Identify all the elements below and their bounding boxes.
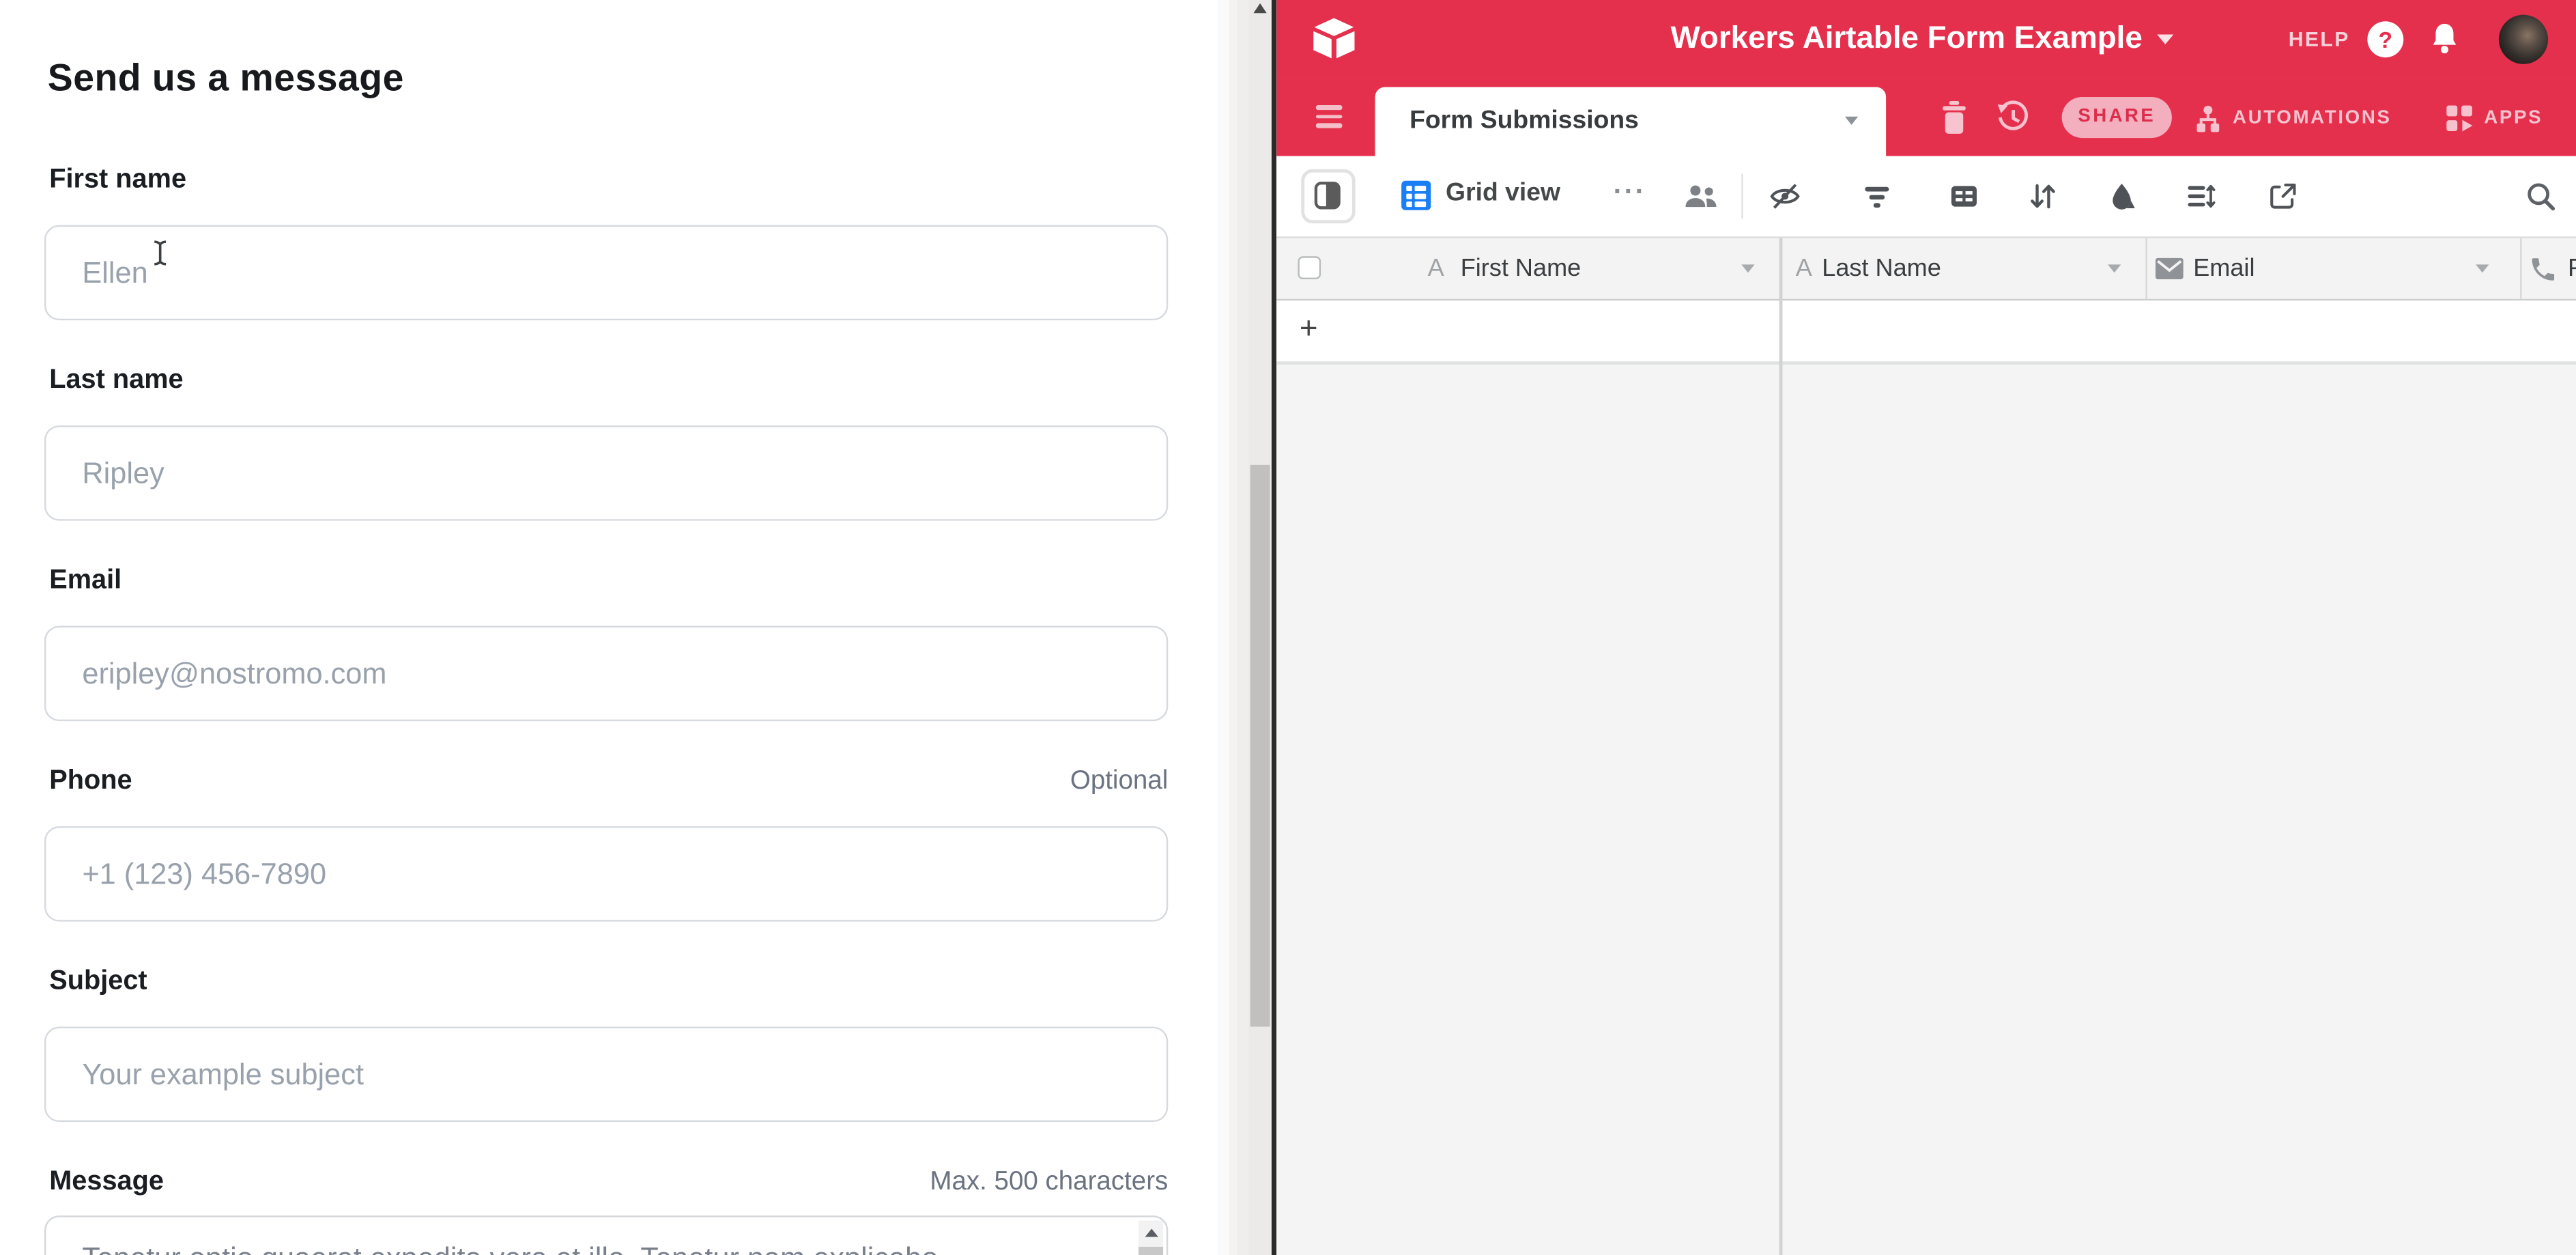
- column-header-phone[interactable]: Phone: [2568, 238, 2576, 299]
- chevron-down-icon[interactable]: [1845, 117, 1858, 125]
- filter-icon[interactable]: [1861, 181, 1893, 212]
- column-header-email[interactable]: Email: [2193, 238, 2255, 299]
- pane-gutter: [1218, 0, 1277, 1255]
- first-name-label: First name: [49, 165, 186, 196]
- subject-input[interactable]: [44, 1027, 1168, 1123]
- text-field-icon: A: [1796, 238, 1812, 299]
- add-row-plus-icon[interactable]: +: [1300, 300, 1318, 360]
- message-textarea[interactable]: [46, 1217, 1166, 1255]
- view-more-button[interactable]: ···: [1614, 175, 1646, 208]
- message-scrollbar-thumb[interactable]: [1139, 1247, 1163, 1255]
- chevron-down-icon[interactable]: [2476, 264, 2489, 272]
- help-button[interactable]: HELP: [2289, 28, 2350, 51]
- text-field-icon: A: [1428, 238, 1444, 299]
- view-sidebar-toggle-button[interactable]: [1301, 169, 1355, 223]
- email-input[interactable]: [44, 626, 1168, 722]
- airtable-pane: Workers Airtable Form Example HELP ? For…: [1276, 0, 2576, 1255]
- sidebar-toggle-icon: [1311, 179, 1344, 212]
- sort-icon[interactable]: [2027, 181, 2059, 212]
- airtable-logo-icon[interactable]: [1309, 16, 1358, 62]
- automations-button[interactable]: AUTOMATIONS: [2193, 102, 2391, 135]
- gutter-strip: [1229, 0, 1236, 1255]
- apps-button[interactable]: APPS: [2444, 102, 2543, 135]
- group-icon[interactable]: [1949, 181, 1980, 212]
- message-box: [44, 1215, 1168, 1255]
- message-scrollbar[interactable]: [1139, 1220, 1163, 1255]
- last-name-input[interactable]: [44, 425, 1168, 521]
- base-title[interactable]: Workers Airtable Form Example: [1511, 21, 2332, 57]
- phone-input[interactable]: [44, 826, 1168, 922]
- grid-view-icon[interactable]: [1401, 181, 1431, 210]
- email-label: Email: [49, 565, 121, 597]
- search-icon[interactable]: [2525, 181, 2556, 212]
- grid-header-row: A First Name A Last Name Email Phone: [1276, 238, 2576, 300]
- avatar[interactable]: [2499, 15, 2548, 64]
- scrollbar-up-arrow-icon[interactable]: [1253, 3, 1266, 13]
- add-row[interactable]: +: [1276, 300, 2576, 365]
- column-header-last-name[interactable]: Last Name: [1822, 238, 1941, 299]
- row-height-icon[interactable]: [2185, 181, 2216, 212]
- view-name[interactable]: Grid view: [1446, 179, 1560, 208]
- scroll-up-icon[interactable]: [1144, 1229, 1157, 1237]
- pane-resize-divider[interactable]: [1271, 0, 1276, 1255]
- chevron-down-icon[interactable]: [2108, 264, 2121, 272]
- column-header-first-name[interactable]: First Name: [1461, 238, 1582, 299]
- chevron-down-icon: [2158, 35, 2174, 44]
- hamburger-menu-icon[interactable]: [1316, 105, 1343, 132]
- form-heading: Send us a message: [48, 56, 404, 100]
- chevron-down-icon[interactable]: [1741, 264, 1754, 272]
- airtable-tabbar: Form Submissions SHARE: [1276, 79, 2576, 156]
- email-field-icon: [2156, 258, 2184, 279]
- automations-icon: [2193, 104, 2222, 133]
- airtable-topbar: Workers Airtable Form Example HELP ?: [1276, 0, 2576, 79]
- tab-label: Form Submissions: [1409, 107, 1639, 136]
- help-circle-icon[interactable]: ?: [2367, 21, 2403, 57]
- subject-label: Subject: [49, 966, 147, 998]
- message-max-note: Max. 500 characters: [930, 1168, 1168, 1197]
- ibeam-cursor-icon: [151, 240, 169, 266]
- color-icon[interactable]: [2106, 181, 2138, 212]
- share-view-icon[interactable]: [2267, 181, 2299, 212]
- select-all-checkbox[interactable]: [1298, 256, 1321, 279]
- automations-label: AUTOMATIONS: [2233, 109, 2392, 128]
- history-icon[interactable]: [1996, 100, 2031, 135]
- column-separator: [2520, 238, 2521, 299]
- gutter-strip: [1236, 0, 1248, 1255]
- pane-scrollbar-thumb[interactable]: [1249, 465, 1270, 1027]
- toolbar-divider: [1741, 174, 1743, 218]
- notifications-bell-icon[interactable]: [2428, 21, 2461, 56]
- frozen-column-divider[interactable]: [1779, 238, 1782, 1255]
- contact-form-pane: Send us a message First name Last name E…: [0, 0, 1218, 1255]
- hide-fields-icon[interactable]: [1769, 181, 1801, 212]
- share-button[interactable]: SHARE: [2062, 97, 2172, 138]
- screen: Send us a message First name Last name E…: [0, 0, 2576, 1255]
- message-label: Message: [49, 1166, 164, 1198]
- apps-icon: [2444, 104, 2474, 133]
- phone-optional-note: Optional: [1070, 767, 1168, 796]
- first-name-input[interactable]: [44, 225, 1168, 321]
- trash-icon[interactable]: [1941, 100, 1969, 135]
- gutter-strip: [1218, 0, 1229, 1255]
- tab-form-submissions[interactable]: Form Submissions: [1375, 87, 1887, 156]
- collaborators-icon[interactable]: [1684, 184, 1719, 210]
- base-title-text: Workers Airtable Form Example: [1671, 21, 2143, 56]
- phone-label: Phone: [49, 765, 132, 797]
- view-toolbar: Grid view ···: [1276, 156, 2576, 238]
- last-name-label: Last name: [49, 365, 183, 396]
- phone-field-icon: [2528, 255, 2558, 284]
- apps-label: APPS: [2484, 109, 2543, 128]
- column-separator: [2145, 238, 2147, 299]
